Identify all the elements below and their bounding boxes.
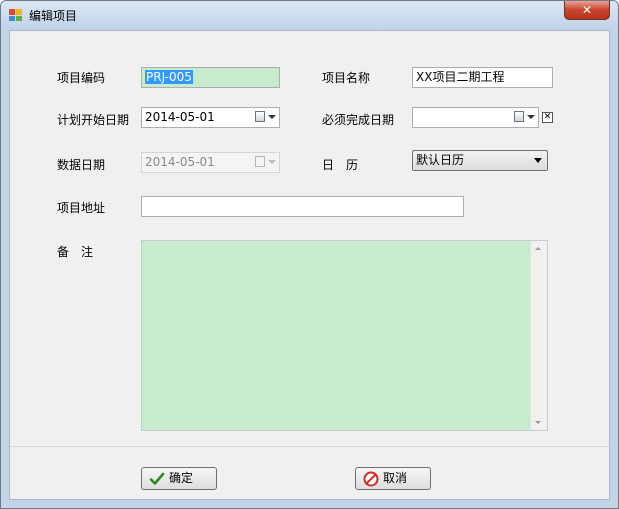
calendar-dropdown-icon[interactable]: [512, 110, 536, 125]
close-icon: ✕: [581, 3, 593, 17]
required-finish-date-picker[interactable]: [412, 107, 539, 128]
project-code-value: PRJ-005: [145, 70, 193, 84]
title-bar: 编辑项目 ✕: [1, 1, 618, 29]
scroll-down-icon[interactable]: [535, 421, 541, 424]
calendar-selected-value: 默认日历: [416, 153, 465, 167]
scroll-up-icon[interactable]: [535, 247, 541, 250]
data-date-label: 数据日期: [57, 158, 106, 172]
calendar-label: 日 历: [322, 158, 359, 172]
close-button[interactable]: ✕: [564, 1, 610, 20]
project-name-label: 项目名称: [322, 71, 371, 85]
ok-button[interactable]: 确定: [141, 467, 217, 490]
calendar-select[interactable]: 默认日历: [412, 150, 548, 171]
cancel-button[interactable]: 取消: [355, 467, 431, 490]
footer-divider: [10, 446, 609, 447]
calendar-dropdown-icon: [253, 155, 277, 170]
remarks-label: 备 注: [57, 245, 94, 259]
window-title: 编辑项目: [29, 9, 78, 23]
plan-start-date-picker[interactable]: 2014-05-01: [141, 107, 280, 128]
plan-start-date-value: 2014-05-01: [145, 110, 215, 124]
project-address-label: 项目地址: [57, 201, 106, 215]
data-date-picker: 2014-05-01: [141, 152, 280, 173]
ok-button-label: 确定: [169, 471, 194, 485]
app-icon: [9, 9, 22, 21]
project-address-input[interactable]: [141, 196, 464, 217]
data-date-value: 2014-05-01: [145, 155, 215, 169]
plan-start-date-label: 计划开始日期: [57, 113, 130, 127]
remarks-textarea[interactable]: [141, 240, 548, 431]
clear-date-icon[interactable]: ✕: [542, 112, 553, 123]
form-panel: 项目编码 PRJ-005 项目名称 XX项目二期工程 计划开始日期 2014-0…: [9, 30, 610, 500]
project-name-input[interactable]: XX项目二期工程: [412, 67, 553, 88]
calendar-dropdown-icon[interactable]: [253, 110, 277, 125]
project-code-label: 项目编码: [57, 71, 106, 85]
cancel-button-label: 取消: [383, 471, 408, 485]
edit-project-window: 编辑项目 ✕ 项目编码 PRJ-005 项目名称 XX项目二期工程 计划开始日期…: [0, 0, 619, 509]
checkmark-icon: [149, 472, 165, 485]
remarks-scrollbar[interactable]: [530, 241, 547, 430]
required-finish-date-label: 必须完成日期: [322, 113, 395, 127]
cancel-icon: [363, 471, 379, 487]
chevron-down-icon: [534, 158, 542, 163]
project-code-input[interactable]: PRJ-005: [141, 67, 280, 88]
